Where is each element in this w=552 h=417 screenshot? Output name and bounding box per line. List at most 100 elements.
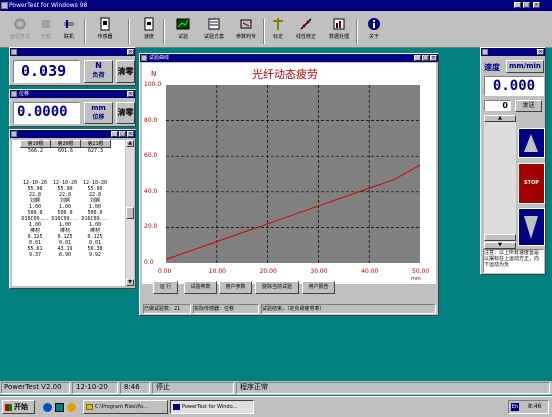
table-row: 566.2 601.6 627.3 (21, 148, 111, 155)
results-table-title: _ □ × (10, 130, 135, 138)
speed-title: 速度 (484, 63, 500, 72)
send-button[interactable]: 发送 (515, 100, 542, 112)
test-button[interactable]: 试验 (173, 17, 193, 46)
table-maximize-button[interactable]: □ (119, 131, 126, 137)
windows-logo-icon (5, 404, 12, 411)
status-time: 8:46 (120, 382, 150, 394)
load-panel: × 0.039 N 负荷 清零 (9, 47, 136, 86)
displacement-panel-title: 位移 × (10, 90, 135, 98)
displacement-panel-close[interactable]: × (127, 91, 134, 97)
app-icon (1, 2, 8, 9)
x-tick-label: 0.00 (158, 268, 172, 275)
down-button[interactable] (518, 208, 545, 246)
column-header[interactable]: 第19根 (20, 140, 51, 148)
x-tick-label: 30.00 (310, 268, 328, 275)
task-explorer[interactable]: C:\Program Files\Po... (83, 400, 168, 414)
y-tick-label: 40.0 (144, 187, 158, 195)
close-button[interactable]: × (533, 2, 540, 8)
y-tick-label: 60.0 (144, 152, 158, 160)
toolbar-separator (356, 19, 358, 44)
test-scheme-button[interactable]: 试验方案 (200, 17, 228, 46)
up-arrow-icon (524, 134, 538, 152)
speed-note: 注意：以上所有速度皆是以摆标在上运动方正，向下运动为负 (483, 249, 544, 273)
curve-maximize-button[interactable]: □ (422, 55, 429, 61)
down-arrow-icon (524, 216, 538, 239)
column-header[interactable]: 第20根 (50, 140, 81, 148)
panel-icon (11, 131, 17, 137)
scroll-up-button[interactable]: ▲ (126, 140, 134, 147)
maximize-button[interactable]: □ (523, 2, 530, 8)
curve-window: 试验曲线 _ □ × 光纤动态疲劳 N 100.0 80.0 60.0 40.0 20.0 0… (139, 53, 439, 316)
scroll-down-button[interactable]: ▼ (126, 279, 134, 286)
linear-correct-button[interactable]: 线性修正 (292, 17, 320, 46)
up-button[interactable] (518, 128, 545, 158)
plot-background (166, 85, 420, 263)
plug-icon (64, 20, 74, 28)
curve-minimize-button[interactable]: _ (414, 55, 421, 61)
slider-down-button[interactable]: ▼ (484, 242, 516, 249)
table-minimize-button[interactable]: _ (111, 131, 118, 137)
displacement-unit: mm 位移 (84, 102, 113, 124)
column-header[interactable]: 第21根 (80, 140, 111, 148)
load-clear-button[interactable]: 清零 (116, 60, 135, 83)
test-params-button[interactable]: 试验参数 (184, 281, 217, 294)
parameter-button[interactable]: 参数判专 (231, 17, 261, 46)
x-axis-label: mm (411, 276, 421, 282)
user-report-button[interactable]: 用户报告 (302, 281, 335, 294)
task-powertest[interactable]: PowerTest for Windo... (170, 400, 254, 414)
speed-panel-close[interactable]: × (537, 49, 544, 55)
curve-close-button[interactable]: × (430, 55, 437, 61)
y-tick-label: 80.0 (144, 116, 158, 124)
speed-value: 0.000 (484, 76, 544, 96)
y-tick-label: 0.0 (144, 259, 154, 266)
linear-icon (300, 18, 312, 30)
clear-current-test-button[interactable]: 旋除当前试验 (255, 281, 299, 294)
speed-slider[interactable]: ▲ ▼ (484, 115, 516, 249)
quick-launch-ie-icon[interactable] (43, 403, 52, 412)
quick-launch-channel-icon[interactable] (67, 403, 76, 412)
minimize-button[interactable]: _ (514, 2, 521, 8)
slider-thumb[interactable] (484, 234, 516, 241)
input-method-icon[interactable]: En (511, 403, 519, 411)
displacement-unit-label: 位移 (92, 114, 105, 121)
table-header-row: 第19根 第20根 第21根 (20, 140, 111, 148)
about-button[interactable]: 关于 (364, 17, 384, 46)
extension-button[interactable]: 分机 (36, 17, 56, 46)
y-tick-label: 100.0 (144, 81, 162, 88)
stop-button[interactable]: STOP (518, 163, 545, 204)
load-panel-close[interactable]: × (127, 49, 134, 55)
taskbar: 开始 C:\Program Files\Po... PowerTest for … (0, 396, 552, 417)
folder-icon (86, 404, 93, 410)
slider-up-button[interactable]: ▲ (484, 115, 516, 122)
table-scrollbar[interactable]: ▲ ▼ (126, 140, 134, 286)
table-cell: 6.90 (58, 252, 72, 258)
scroll-thumb[interactable] (126, 207, 134, 219)
speed-button[interactable]: 速度 (140, 17, 158, 46)
results-table: 第19根 第20根 第21根 566.2 601.6 627.3 (20, 140, 111, 154)
y-axis-label: N (151, 70, 157, 78)
status-message: 程序正常 (236, 382, 550, 394)
displacement-clear-button[interactable]: 清零 (116, 102, 135, 124)
calibrate-button[interactable]: 标定 (268, 17, 288, 46)
start-button[interactable]: 开始 (2, 400, 35, 414)
user-params-button[interactable]: 用户参数 (219, 281, 252, 294)
table-cell: 627.3 (87, 148, 104, 154)
online-button[interactable]: 联机 (58, 17, 80, 46)
gears-icon (14, 18, 26, 30)
plot-area (166, 85, 420, 263)
speed-unit: mm/min (506, 60, 544, 73)
curve-window-icon (141, 55, 147, 61)
scheme-icon (208, 18, 220, 30)
x-tick-label: 50.00 (412, 268, 430, 275)
speed-icon (144, 17, 154, 31)
run-button[interactable]: 运 行 (153, 281, 178, 294)
quick-launch-desktop-icon[interactable] (55, 403, 64, 412)
speed-input[interactable] (484, 100, 511, 111)
run-mode-button[interactable]: 运行方式 (7, 17, 33, 46)
data-process-button[interactable]: 数据处理 (325, 17, 353, 46)
sensor-button[interactable]: 传感器 (88, 17, 122, 46)
table-close-button[interactable]: × (127, 131, 134, 137)
chart-area: 光纤动态疲劳 N 100.0 80.0 60.0 40.0 20.0 0.0 0.00 10… (142, 63, 436, 284)
data-process-icon (333, 18, 345, 30)
results-table-panel: _ □ × 第19根 第20根 第21根 566.2 601.6 627.3 12-… (9, 129, 136, 289)
